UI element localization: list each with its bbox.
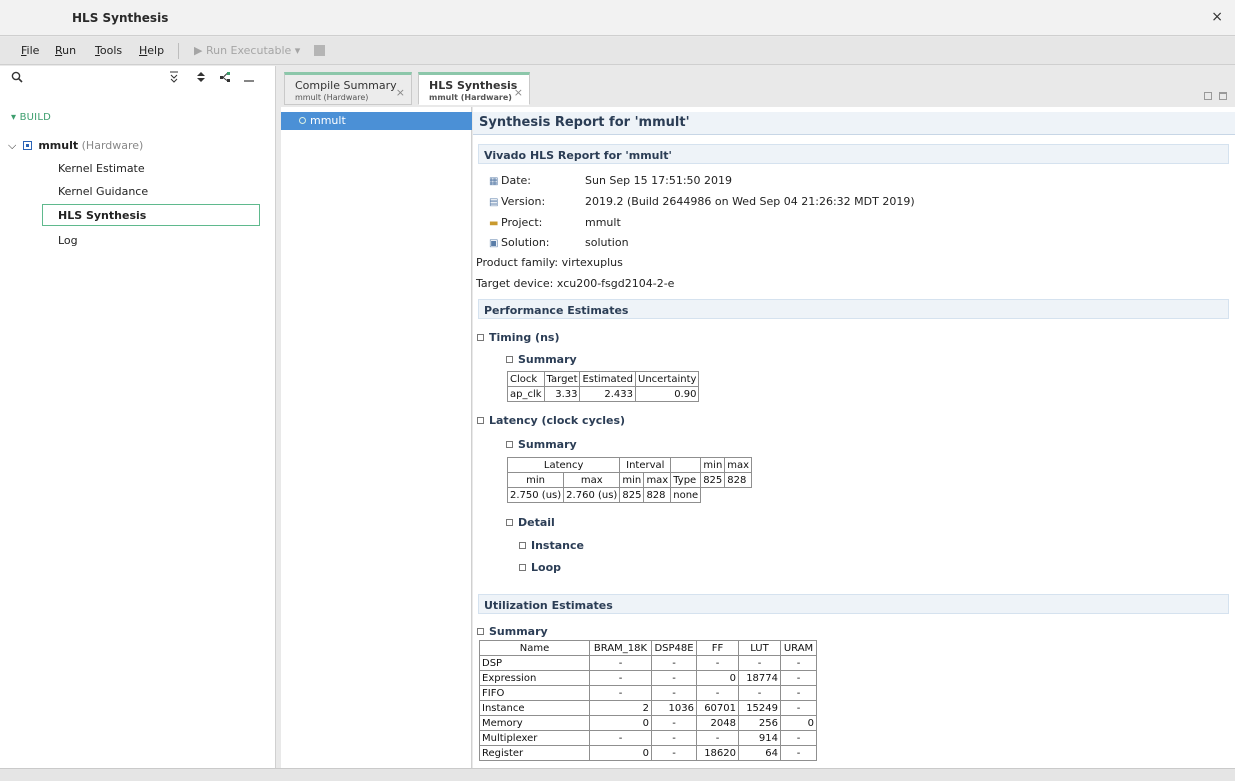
run-executable-button[interactable]: ▶ Run Executable ▾ [194, 44, 300, 57]
collapse-icon[interactable] [477, 628, 484, 635]
table-row: ap_clk 3.33 2.433 0.90 [507, 386, 700, 402]
folder-icon: ▬ [489, 218, 499, 229]
utilization-header: Utilization Estimates [478, 594, 1229, 614]
table-header-row: Latency Interval min max [506, 457, 753, 473]
tab-compile-summary[interactable]: Compile Summary mmult (Hardware) × [284, 72, 412, 105]
info-version: ▤ Version: 2019.2 (Build 2644986 on Wed S… [489, 195, 915, 208]
version-icon: ▤ [489, 197, 499, 208]
menu-bar: File Run Tools Help ▶ Run Executable ▾ [0, 37, 1235, 65]
report-nav: mmult [281, 107, 472, 768]
minimize-view-icon[interactable] [1203, 92, 1212, 100]
expand-icon[interactable] [519, 542, 526, 549]
tab-subtitle: mmult (Hardware) [295, 93, 369, 102]
info-product-family: Product family: virtexuplus [476, 256, 623, 269]
minimize-icon[interactable] [243, 71, 255, 86]
detail-section[interactable]: Detail [506, 516, 555, 529]
table-row: Register 0 - 18620 64 - [479, 745, 817, 761]
table-row: Multiplexer - - - 914 - [479, 730, 817, 746]
timing-table: Clock Target Estimated Uncertainty ap_cl… [507, 371, 700, 402]
collapse-icon[interactable] [477, 417, 484, 424]
table-row: DSP - - - - - [479, 655, 817, 671]
link-icon[interactable] [219, 71, 232, 86]
close-icon[interactable]: × [1211, 9, 1223, 25]
table-header-row: Clock Target Estimated Uncertainty [507, 371, 700, 387]
window-title: HLS Synthesis [72, 11, 169, 25]
table-row: Memory 0 - 2048 256 0 [479, 715, 817, 731]
stop-icon[interactable] [314, 45, 325, 56]
tree-item-kernel-estimate[interactable]: Kernel Estimate [58, 162, 145, 175]
menu-file[interactable]: File [21, 44, 39, 57]
timing-summary[interactable]: Summary [506, 353, 577, 366]
tree-item-hls-synthesis[interactable]: HLS Synthesis [42, 204, 260, 226]
maximize-view-icon[interactable] [1219, 92, 1227, 100]
info-target-device: Target device: xcu200-fsgd2104-2-e [476, 277, 675, 290]
expand-all-icon[interactable] [196, 71, 206, 86]
status-bar [0, 768, 1235, 781]
build-section-header[interactable]: ▾ BUILD [11, 112, 51, 123]
utilization-table: Name BRAM_18K DSP48E FF LUT URAM DSP - -… [479, 640, 817, 761]
collapse-icon[interactable] [506, 441, 513, 448]
close-tab-icon[interactable]: × [396, 86, 405, 99]
nav-item-mmult[interactable]: mmult [281, 112, 472, 130]
utilization-summary[interactable]: Summary [477, 625, 548, 638]
tree-root-mmult[interactable]: ⌵ mmult (Hardware) [8, 139, 143, 153]
menu-help[interactable]: Help [139, 44, 164, 57]
search-icon[interactable] [11, 71, 23, 86]
collapse-icon[interactable] [477, 334, 484, 341]
report-title: Synthesis Report for 'mmult' [473, 112, 1235, 135]
menu-tools[interactable]: Tools [95, 44, 122, 57]
instance-section[interactable]: Instance [519, 539, 584, 552]
tab-hls-synthesis[interactable]: HLS Synthesis mmult (Hardware) × [418, 72, 530, 105]
circle-icon [299, 117, 306, 124]
calendar-icon: ▦ [489, 176, 499, 187]
tree-root-suffix: (Hardware) [81, 139, 144, 152]
tree-item-log[interactable]: Log [58, 234, 78, 247]
table-row: 2.750 (us) 2.760 (us) 825 828 none [506, 487, 752, 503]
vivado-header: Vivado HLS Report for 'mmult' [478, 144, 1229, 164]
timing-section[interactable]: Timing (ns) [477, 331, 559, 344]
synthesis-report: Synthesis Report for 'mmult' Vivado HLS … [473, 107, 1235, 768]
tree-item-kernel-guidance[interactable]: Kernel Guidance [58, 185, 148, 198]
solution-icon: ▣ [489, 238, 499, 249]
info-date: ▦ Date: Sun Sep 15 17:51:50 2019 [489, 174, 733, 187]
menu-separator [178, 43, 179, 59]
tab-title: Compile Summary [295, 79, 397, 92]
info-solution: ▣ Solution: solution [489, 236, 629, 249]
build-explorer: ▾ BUILD ⌵ mmult (Hardware) Kernel Estima… [0, 66, 276, 768]
expand-icon[interactable] [519, 564, 526, 571]
collapse-all-icon[interactable] [169, 71, 179, 86]
performance-header: Performance Estimates [478, 299, 1229, 319]
latency-summary[interactable]: Summary [506, 438, 577, 451]
table-row: FIFO - - - - - [479, 685, 817, 701]
collapse-icon[interactable] [506, 356, 513, 363]
table-header-row: min max min max Type 825 828 [506, 472, 753, 488]
table-header-row: Name BRAM_18K DSP48E FF LUT URAM [479, 640, 817, 656]
window-titlebar: HLS Synthesis × [0, 0, 1235, 36]
latency-section[interactable]: Latency (clock cycles) [477, 414, 625, 427]
expand-chevron-icon[interactable]: ⌵ [8, 139, 16, 152]
loop-section[interactable]: Loop [519, 561, 561, 574]
table-row: Expression - - 0 18774 - [479, 670, 817, 686]
close-tab-icon[interactable]: × [514, 86, 523, 99]
nav-item-label: mmult [310, 114, 346, 127]
latency-table: Latency Interval min max min max min max… [506, 457, 753, 503]
menu-run[interactable]: Run [55, 44, 76, 57]
tree-root-label: mmult [38, 139, 79, 152]
kernel-icon [22, 141, 32, 150]
table-row: Instance 2 1036 60701 15249 - [479, 700, 817, 716]
explorer-toolbar [0, 66, 276, 92]
window-controls [1203, 90, 1227, 103]
collapse-icon[interactable] [506, 519, 513, 526]
info-project: ▬ Project: mmult [489, 216, 621, 229]
